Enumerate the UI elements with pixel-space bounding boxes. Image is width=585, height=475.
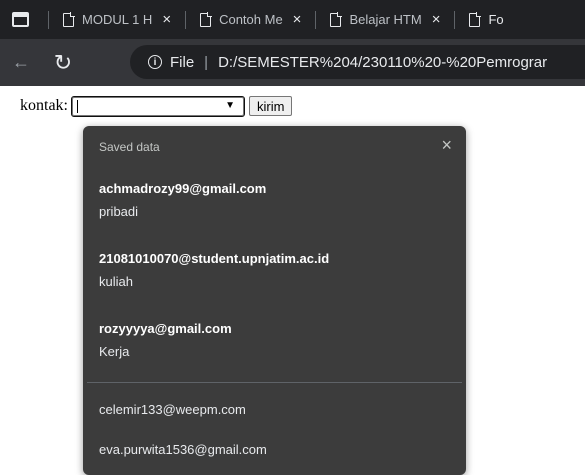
close-icon[interactable]: × bbox=[441, 135, 452, 156]
autofill-popup: Saved data × achmadrozy99@gmail.com prib… bbox=[83, 126, 466, 475]
tab-modul-1[interactable]: MODUL 1 H × bbox=[57, 0, 178, 39]
tab-actions-button[interactable] bbox=[0, 0, 40, 39]
tab-separator bbox=[185, 10, 187, 29]
suggestion-email: 21081010070@student.upnjatim.ac.id bbox=[99, 251, 330, 266]
tab-title: MODUL 1 H bbox=[82, 12, 153, 27]
contact-form: kontak: ▼ kirim bbox=[20, 95, 293, 117]
suggestion-label: kuliah bbox=[99, 274, 133, 289]
dropdown-arrow-icon[interactable]: ▼ bbox=[225, 100, 235, 111]
suggestion-label: pribadi bbox=[99, 204, 139, 219]
autofill-entry[interactable]: eva.purwita1536@gmail.com bbox=[99, 442, 267, 457]
tab-title: Contoh Me bbox=[219, 12, 283, 27]
document-icon bbox=[200, 12, 212, 27]
suggestion-email: achmadrozy99@gmail.com bbox=[99, 181, 267, 196]
info-icon[interactable]: i bbox=[148, 55, 162, 69]
tab-title: Belajar HTM bbox=[349, 12, 422, 27]
document-icon bbox=[330, 12, 342, 27]
autofill-suggestion[interactable]: rozyyyya@gmail.com Kerja bbox=[99, 321, 232, 359]
document-icon bbox=[469, 12, 481, 27]
text-caret bbox=[77, 99, 78, 113]
contact-input[interactable]: ▼ bbox=[71, 95, 245, 117]
submit-button[interactable]: kirim bbox=[249, 96, 293, 116]
suggestion-email: rozyyyya@gmail.com bbox=[99, 321, 232, 336]
tab-actions-icon bbox=[11, 12, 29, 27]
url-text[interactable]: D:/SEMESTER%204/230110%20-%20Pemrograr bbox=[218, 54, 547, 71]
autofill-suggestion[interactable]: 21081010070@student.upnjatim.ac.id kulia… bbox=[99, 251, 329, 289]
navigation-bar: ← ↻ i File | D:/SEMESTER%204/230110%20-%… bbox=[0, 39, 585, 86]
contact-label: kontak: bbox=[20, 97, 68, 114]
tab-separator bbox=[48, 10, 49, 29]
tab-contoh[interactable]: Contoh Me × bbox=[194, 0, 307, 39]
reload-button[interactable]: ↻ bbox=[42, 39, 84, 86]
autofill-suggestion[interactable]: achmadrozy99@gmail.com pribadi bbox=[99, 181, 266, 219]
autofill-entry[interactable]: celemir133@weepm.com bbox=[99, 402, 246, 417]
address-bar[interactable]: i File | D:/SEMESTER%204/230110%20-%20Pe… bbox=[130, 45, 585, 79]
close-icon[interactable]: × bbox=[162, 11, 171, 28]
page-content: kontak: ▼ kirim Saved data × achmadrozy9… bbox=[0, 86, 585, 475]
arrow-left-icon: ← bbox=[12, 52, 30, 72]
close-icon[interactable]: × bbox=[293, 11, 302, 28]
tab-title: Fo bbox=[488, 12, 504, 27]
document-icon bbox=[63, 12, 75, 27]
url-separator: | bbox=[204, 53, 209, 71]
divider bbox=[87, 382, 462, 383]
tab-separator bbox=[315, 10, 317, 29]
tab-separator bbox=[454, 10, 456, 29]
close-icon[interactable]: × bbox=[432, 11, 441, 28]
suggestion-label: Kerja bbox=[99, 344, 130, 359]
tab-belajar-html[interactable]: Belajar HTM × bbox=[324, 0, 446, 39]
url-scheme: File bbox=[170, 53, 195, 71]
tab-strip: MODUL 1 H × Contoh Me × Belajar HTM × Fo bbox=[0, 0, 585, 39]
reload-icon: ↻ bbox=[53, 49, 73, 75]
autofill-header: Saved data bbox=[99, 140, 160, 154]
back-button[interactable]: ← bbox=[0, 39, 42, 86]
tab-fo[interactable]: Fo bbox=[463, 0, 509, 39]
